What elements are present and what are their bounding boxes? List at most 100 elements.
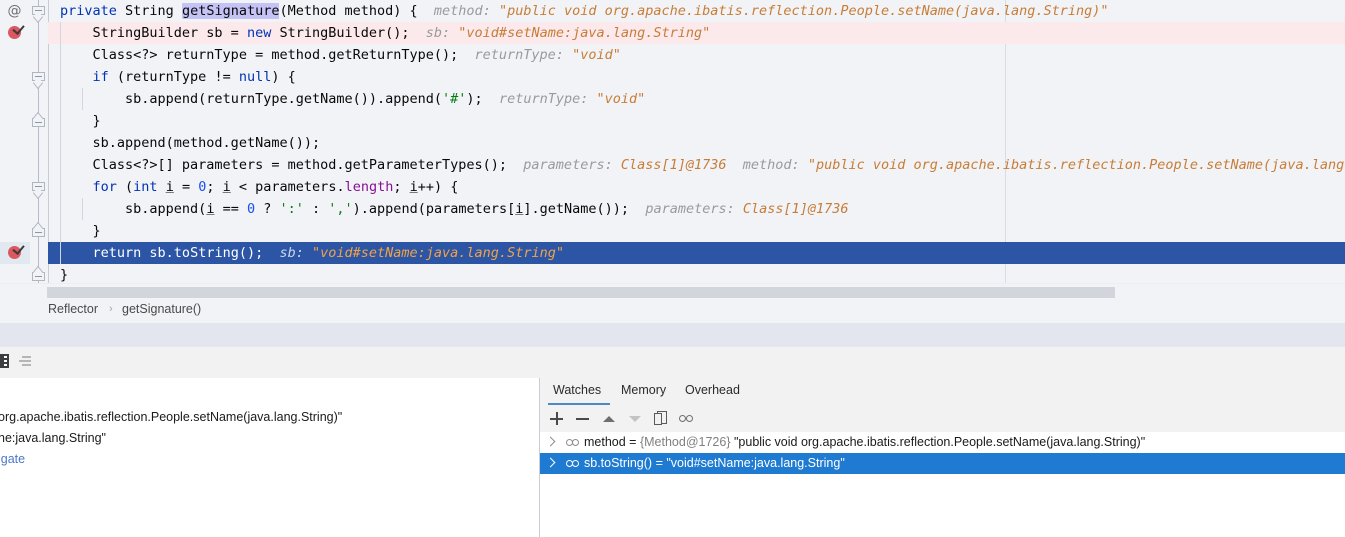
- code-line[interactable]: }: [48, 110, 1345, 132]
- breadcrumb-separator-icon: ›: [109, 303, 113, 315]
- fold-marker-for[interactable]: [32, 182, 45, 200]
- variables-navigate-link[interactable]: igate: [0, 452, 25, 466]
- breadcrumb-method[interactable]: getSignature(): [122, 302, 201, 316]
- move-watch-up-button[interactable]: [600, 410, 617, 427]
- inline-hint-label: sb:: [425, 25, 459, 41]
- inline-hint-label: parameters:: [523, 157, 621, 173]
- remove-watch-button[interactable]: [574, 410, 591, 427]
- indent-guide: [60, 44, 61, 66]
- indent-guide: [60, 110, 61, 132]
- inline-hint-label: parameters:: [645, 201, 743, 217]
- code-line[interactable]: if (returnType != null) {: [48, 66, 1345, 88]
- breadcrumb-class[interactable]: Reflector: [48, 302, 98, 316]
- code-folding-strip[interactable]: [30, 0, 49, 283]
- breakpoint-icon-line2[interactable]: [8, 22, 25, 41]
- code-line[interactable]: for (int i = 0; i < parameters.length; i…: [48, 176, 1345, 198]
- editor-gutter[interactable]: @: [0, 0, 48, 283]
- debug-tool-strip[interactable]: [0, 347, 1345, 379]
- inline-hint-value: "public void org.apache.ibatis.reflectio…: [807, 157, 1345, 173]
- tab-overhead[interactable]: Overhead: [685, 383, 740, 403]
- code-text: for (int i = 0; i < parameters.length; i…: [92, 179, 459, 195]
- variables-panel[interactable]: org.apache.ibatis.reflection.People.setN…: [0, 378, 540, 537]
- code-text-area[interactable]: private String getSignature(Method metho…: [48, 0, 1345, 283]
- code-text: Class<?> returnType = method.getReturnTy…: [92, 47, 459, 63]
- code-line[interactable]: }: [48, 220, 1345, 242]
- watch-row-text: method = {Method@1726} "public void org.…: [584, 435, 1146, 449]
- inline-hint-label: returnType:: [498, 91, 597, 107]
- code-line[interactable]: return sb.toString(); sb: "void#setName:…: [48, 242, 1345, 264]
- code-line[interactable]: sb.append(returnType.getName()).append('…: [48, 88, 1345, 110]
- chevron-right-icon[interactable]: [545, 436, 556, 447]
- code-text: }: [60, 267, 69, 283]
- debug-tab-bar[interactable]: Watches Memory Overhead: [540, 378, 1345, 406]
- breadcrumb[interactable]: Reflector › getSignature(): [0, 299, 1345, 324]
- indent-guide: [60, 154, 61, 176]
- indent-guide: [82, 88, 83, 110]
- tab-watches[interactable]: Watches: [553, 383, 601, 403]
- indent-guide: [60, 88, 61, 110]
- variables-line-1[interactable]: org.apache.ibatis.reflection.People.setN…: [0, 410, 342, 424]
- variables-line-2[interactable]: ne:java.lang.String": [0, 431, 106, 445]
- code-line[interactable]: Class<?> returnType = method.getReturnTy…: [48, 44, 1345, 66]
- tab-memory[interactable]: Memory: [621, 383, 666, 403]
- breakpoint-icon-line12[interactable]: [8, 242, 25, 261]
- fold-marker-method[interactable]: [32, 6, 45, 24]
- fold-marker-method-end[interactable]: [32, 265, 45, 283]
- watch-glasses-icon: [566, 460, 581, 468]
- code-text: }: [92, 223, 101, 239]
- code-text: sb.append(returnType.getName()).append('…: [125, 91, 483, 107]
- inline-hint-value: "void": [596, 91, 646, 107]
- indent-guide: [60, 242, 61, 264]
- watches-panel: Watches Memory Overhead method = {Method…: [540, 378, 1345, 537]
- code-text: private String getSignature(Method metho…: [60, 3, 418, 19]
- code-line[interactable]: Class<?>[] parameters = method.getParame…: [48, 154, 1345, 176]
- ide-window: @ private String getSignature(Method met…: [0, 0, 1345, 537]
- variables-icon[interactable]: [18, 354, 34, 370]
- watch-glasses-icon: [566, 439, 581, 447]
- indent-guide: [60, 66, 61, 88]
- code-line[interactable]: private String getSignature(Method metho…: [48, 0, 1345, 22]
- scrollbar-thumb[interactable]: [47, 287, 1115, 298]
- code-text: return sb.toString();: [92, 245, 264, 261]
- fold-marker-if[interactable]: [32, 72, 45, 90]
- code-line[interactable]: sb.append(method.getName());: [48, 132, 1345, 154]
- indent-guide: [60, 220, 61, 242]
- code-text: Class<?>[] parameters = method.getParame…: [92, 157, 508, 173]
- watch-row[interactable]: sb.toString() = "void#setName:java.lang.…: [540, 453, 1345, 474]
- inline-hint-label: sb:: [279, 245, 312, 261]
- code-text: }: [92, 113, 101, 129]
- watch-row[interactable]: method = {Method@1726} "public void org.…: [540, 432, 1345, 453]
- inline-hint-value: Class[1]@1736: [620, 157, 727, 173]
- chevron-right-icon[interactable]: [545, 457, 556, 468]
- code-text: StringBuilder sb = new StringBuilder();: [92, 25, 410, 41]
- inline-hint-value: "void#setName:java.lang.String": [458, 25, 711, 41]
- inline-hint-label: method:: [742, 157, 808, 173]
- add-watch-button[interactable]: [548, 410, 565, 427]
- fold-marker-if-end[interactable]: [32, 111, 45, 131]
- indent-guide: [82, 198, 83, 220]
- code-editor[interactable]: @ private String getSignature(Method met…: [0, 0, 1345, 283]
- copy-watch-button[interactable]: [653, 410, 670, 427]
- code-text: if (returnType != null) {: [92, 69, 296, 85]
- inline-hint-value: "void": [572, 47, 621, 63]
- inline-hint-label: returnType:: [474, 47, 573, 63]
- tool-window-divider[interactable]: [0, 323, 1345, 348]
- watch-glasses-icon[interactable]: [679, 410, 696, 427]
- code-text: sb.append(method.getName());: [92, 135, 321, 151]
- move-watch-down-button[interactable]: [626, 410, 643, 427]
- editor-horizontal-scrollbar[interactable]: [0, 283, 1345, 300]
- watches-list[interactable]: method = {Method@1726} "public void org.…: [540, 432, 1345, 537]
- inline-hint-value: Class[1]@1736: [742, 201, 849, 217]
- code-line[interactable]: sb.append(i == 0 ? ':' : ',').append(par…: [48, 198, 1345, 220]
- frames-icon[interactable]: [0, 354, 12, 370]
- code-line[interactable]: }: [48, 264, 1345, 283]
- fold-marker-for-end[interactable]: [32, 221, 45, 241]
- indent-guide: [60, 176, 61, 198]
- inline-hint-value: "void#setName:java.lang.String": [312, 245, 564, 261]
- code-text: sb.append(i == 0 ? ':' : ',').append(par…: [125, 201, 630, 217]
- annotation-at-icon: @: [7, 3, 22, 19]
- code-line[interactable]: StringBuilder sb = new StringBuilder(); …: [48, 22, 1345, 44]
- indent-guide: [60, 198, 61, 220]
- inline-hint-value: "public void org.apache.ibatis.reflectio…: [498, 3, 1109, 19]
- watches-toolbar[interactable]: [540, 405, 1345, 433]
